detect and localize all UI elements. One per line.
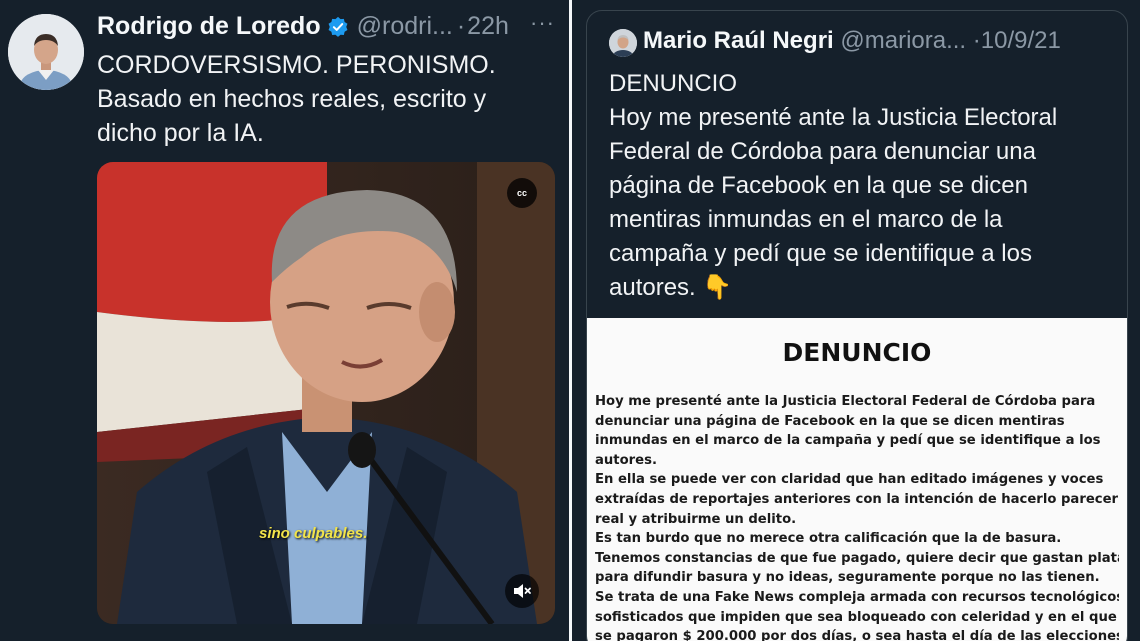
speaker-muted-icon	[514, 584, 531, 598]
quoted-text-line: autores. 👇	[609, 274, 733, 301]
quoted-text-line: página de Facebook en la que se dicen	[609, 172, 1028, 199]
quoted-tweet-text: DENUNCIO Hoy me presenté ante la Justici…	[609, 67, 1119, 305]
document-title: DENUNCIO	[782, 338, 932, 367]
document-line: Es tan burdo que no merece otra califica…	[595, 531, 1062, 547]
tweet-text-line: CORDOVERSISMO. PERONISMO.	[97, 51, 496, 79]
video-frame	[97, 162, 555, 624]
avatar-photo	[8, 14, 84, 90]
tweet-header: Rodrigo de Loredo @rodri... · 22h	[97, 12, 509, 41]
closed-captions-button[interactable]: cc	[507, 178, 537, 208]
attached-document-image[interactable]: DENUNCIO Hoy me presenté ante la Justici…	[587, 318, 1127, 641]
document-line: En ella se puede ver con claridad que ha…	[595, 472, 1104, 488]
separator-dot: ·	[972, 27, 981, 54]
document-line: Se trata de una Fake News compleja armad…	[595, 589, 1119, 605]
document-line: se pagaron $ 200.000 por dos días, o sea…	[595, 629, 1119, 641]
document-line: extraídas de reportajes anteriores con l…	[595, 491, 1119, 507]
document-line: inmundas en el marco de la campaña y ped…	[595, 433, 1101, 449]
author-avatar[interactable]	[8, 14, 84, 90]
separator-dot: ·	[456, 12, 466, 40]
document-line: Hoy me presenté ante la Justicia Elector…	[595, 394, 1096, 409]
document-line: real y atribuirme un delito.	[595, 511, 797, 527]
document-line: autores.	[595, 452, 657, 468]
more-options-icon[interactable]: ···	[530, 10, 555, 36]
quoted-author-handle[interactable]: @mariora...	[840, 27, 966, 54]
quoted-text-line: campaña y pedí que se identifique a los	[609, 240, 1032, 267]
quoted-tweet-date[interactable]: 10/9/21	[981, 27, 1061, 54]
quoted-text-line: Hoy me presenté ante la Justicia Elector…	[609, 104, 1058, 131]
quoted-tweet-header: Mario Raúl Negri @mariora... ·10/9/21	[643, 27, 1061, 55]
document-line: denunciar una página de Facebook en la q…	[595, 413, 1065, 429]
quoted-text-line: Federal de Córdoba para denunciar una	[609, 138, 1036, 165]
document-line: sofisticados que impiden que sea bloquea…	[595, 609, 1117, 625]
mute-button[interactable]	[505, 574, 539, 608]
quoted-tweet-panel: Mario Raúl Negri @mariora... ·10/9/21 DE…	[572, 0, 1140, 641]
document-line: Tenemos constancias de que fue pagado, q…	[595, 550, 1119, 566]
quoted-text-line: DENUNCIO	[609, 70, 738, 97]
author-handle[interactable]: @rodri...	[357, 12, 453, 41]
tweet-time[interactable]: 22h	[467, 12, 509, 41]
document-body: Hoy me presenté ante la Justicia Elector…	[595, 392, 1119, 641]
tweet-video[interactable]: cc sino culpables.	[97, 162, 555, 624]
main-tweet[interactable]: Rodrigo de Loredo @rodri... · 22h ··· CO…	[0, 0, 570, 641]
document-line: para difundir basura y no ideas, seguram…	[595, 570, 1100, 586]
tweet-text-line: dicho por la IA.	[97, 119, 264, 147]
quoted-author-avatar[interactable]	[609, 29, 637, 57]
quoted-text-line: mentiras inmundas en el marco de la	[609, 206, 1003, 233]
video-subtitle: sino culpables.	[259, 525, 368, 542]
quoted-tweet[interactable]: Mario Raúl Negri @mariora... ·10/9/21 DE…	[586, 10, 1128, 641]
quoted-author-name[interactable]: Mario Raúl Negri	[643, 27, 834, 54]
author-name[interactable]: Rodrigo de Loredo	[97, 12, 321, 41]
quoted-avatar-photo	[609, 29, 637, 57]
verified-badge-icon	[328, 16, 348, 37]
tweet-text-line: Basado en hechos reales, escrito y	[97, 85, 487, 113]
tweet-text: CORDOVERSISMO. PERONISMO. Basado en hech…	[97, 48, 547, 150]
